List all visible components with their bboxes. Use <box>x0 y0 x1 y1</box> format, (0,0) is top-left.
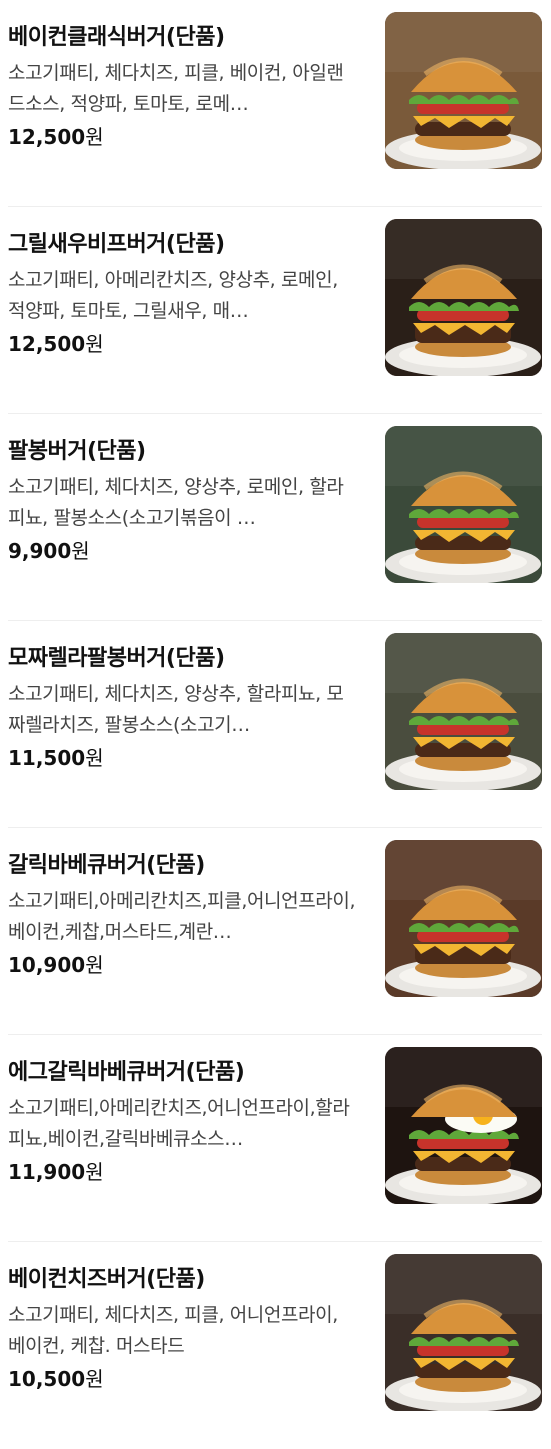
menu-item-price-amount: 12,500 <box>8 125 86 149</box>
menu-item-description: 소고기패티, 아메리칸치즈, 양상추, 로메인, 적양파, 토마토, 그릴새우,… <box>8 269 338 322</box>
menu-item-description: 소고기패티,아메리칸치즈,피클,어니언프라이, 베이컨,케찹,머스타드,계란… <box>8 890 356 943</box>
burger-photo[interactable] <box>385 633 542 790</box>
menu-item-description: 소고기패티,아메리칸치즈,어니언프라이,할라피뇨,베이컨,갈릭바베큐소스… <box>8 1097 350 1150</box>
menu-item[interactable]: 모짜렐라팔봉버거(단품) 소고기패티, 체다치즈, 양상추, 할라피뇨, 모짜렐… <box>8 621 542 828</box>
menu-item-price: 12,500원 <box>8 122 358 152</box>
menu-item-price: 9,900원 <box>8 536 358 566</box>
burger-photo[interactable] <box>385 1254 542 1411</box>
menu-item-price-currency: 원 <box>85 125 104 149</box>
menu-item-text: 팔봉버거(단품) 소고기패티, 체다치즈, 양상추, 로메인, 할라피뇨, 팔봉… <box>8 436 358 566</box>
menu-item-price-amount: 12,500 <box>8 332 86 356</box>
menu-item-price-amount: 9,900 <box>8 539 72 563</box>
menu-item[interactable]: 팔봉버거(단품) 소고기패티, 체다치즈, 양상추, 로메인, 할라피뇨, 팔봉… <box>8 414 542 621</box>
menu-item-price-amount: 10,900 <box>8 953 86 977</box>
menu-item-name: 팔봉버거(단품) <box>8 439 146 464</box>
menu-item[interactable]: 갈릭바베큐버거(단품) 소고기패티,아메리칸치즈,피클,어니언프라이, 베이컨,… <box>8 828 542 1035</box>
menu-item[interactable]: 그릴새우비프버거(단품) 소고기패티, 아메리칸치즈, 양상추, 로메인, 적양… <box>8 207 542 414</box>
menu-item-price-amount: 11,900 <box>8 1160 86 1184</box>
burger-photo[interactable] <box>385 840 542 997</box>
burger-photo[interactable] <box>385 426 542 583</box>
menu-item-price-currency: 원 <box>85 746 104 770</box>
burger-photo[interactable] <box>385 1047 542 1204</box>
menu-item-description: 소고기패티, 체다치즈, 양상추, 할라피뇨, 모짜렐라치즈, 팔봉소스(소고기… <box>8 683 344 736</box>
menu-item-price-amount: 11,500 <box>8 746 86 770</box>
menu-item-name: 에그갈릭바베큐버거(단품) <box>8 1060 245 1085</box>
menu-item-price: 11,500원 <box>8 743 358 773</box>
menu-item-description: 소고기패티, 체다치즈, 양상추, 로메인, 할라피뇨, 팔봉소스(소고기볶음이… <box>8 476 344 529</box>
menu-item-text: 그릴새우비프버거(단품) 소고기패티, 아메리칸치즈, 양상추, 로메인, 적양… <box>8 229 358 359</box>
menu-item-name: 베이컨치즈버거(단품) <box>8 1267 205 1292</box>
menu-item-name: 그릴새우비프버거(단품) <box>8 232 225 257</box>
menu-item-price-currency: 원 <box>85 953 104 977</box>
menu-list: 베이컨클래식버거(단품) 소고기패티, 체다치즈, 피클, 베이컨, 아일랜드소… <box>0 0 551 1449</box>
menu-item[interactable]: 베이컨클래식버거(단품) 소고기패티, 체다치즈, 피클, 베이컨, 아일랜드소… <box>8 0 542 207</box>
menu-item-price: 12,500원 <box>8 329 358 359</box>
menu-item-text: 갈릭바베큐버거(단품) 소고기패티,아메리칸치즈,피클,어니언프라이, 베이컨,… <box>8 850 358 980</box>
menu-item-price-currency: 원 <box>71 539 90 563</box>
menu-item-text: 에그갈릭바베큐버거(단품) 소고기패티,아메리칸치즈,어니언프라이,할라피뇨,베… <box>8 1057 358 1187</box>
burger-photo[interactable] <box>385 12 542 169</box>
menu-item-name: 모짜렐라팔봉버거(단품) <box>8 646 225 671</box>
menu-item-text: 베이컨클래식버거(단품) 소고기패티, 체다치즈, 피클, 베이컨, 아일랜드소… <box>8 22 358 152</box>
menu-item-price-currency: 원 <box>85 1160 104 1184</box>
menu-item-price-amount: 10,500 <box>8 1367 86 1391</box>
menu-item-text: 모짜렐라팔봉버거(단품) 소고기패티, 체다치즈, 양상추, 할라피뇨, 모짜렐… <box>8 643 358 773</box>
menu-item-price: 10,500원 <box>8 1364 358 1394</box>
menu-item-price-currency: 원 <box>85 332 104 356</box>
menu-item-price: 11,900원 <box>8 1157 358 1187</box>
menu-item-description: 소고기패티, 체다치즈, 피클, 어니언프라이, 베이컨, 케찹. 머스타드 <box>8 1304 338 1357</box>
menu-item[interactable]: 베이컨치즈버거(단품) 소고기패티, 체다치즈, 피클, 어니언프라이, 베이컨… <box>8 1242 542 1449</box>
menu-item-text: 베이컨치즈버거(단품) 소고기패티, 체다치즈, 피클, 어니언프라이, 베이컨… <box>8 1264 358 1394</box>
menu-item-name: 갈릭바베큐버거(단품) <box>8 853 205 878</box>
menu-item-price: 10,900원 <box>8 950 358 980</box>
menu-item-description: 소고기패티, 체다치즈, 피클, 베이컨, 아일랜드소스, 적양파, 토마토, … <box>8 62 344 115</box>
menu-item-price-currency: 원 <box>85 1367 104 1391</box>
burger-photo[interactable] <box>385 219 542 376</box>
menu-item-name: 베이컨클래식버거(단품) <box>8 25 225 50</box>
menu-item[interactable]: 에그갈릭바베큐버거(단품) 소고기패티,아메리칸치즈,어니언프라이,할라피뇨,베… <box>8 1035 542 1242</box>
